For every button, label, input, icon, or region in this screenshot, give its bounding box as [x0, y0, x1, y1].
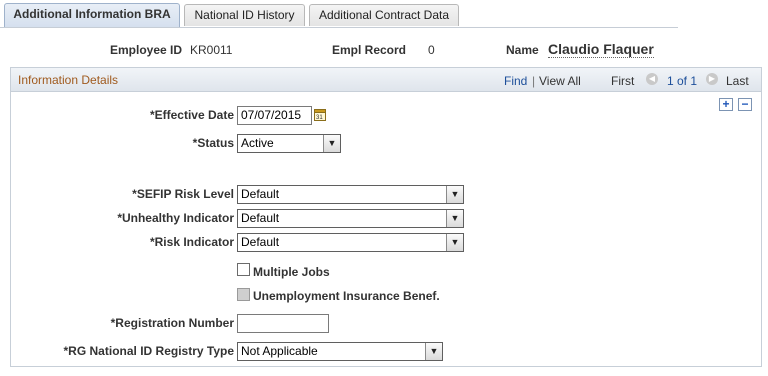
rg-registry-type-select[interactable]: Not Applicable ▼ — [237, 342, 443, 361]
tab-additional-information-bra[interactable]: Additional Information BRA — [4, 3, 180, 28]
sefip-risk-level-value: Default — [241, 187, 280, 201]
rg-registry-type-value: Not Applicable — [241, 344, 318, 358]
employee-id-label: Employee ID — [110, 43, 183, 57]
chevron-down-icon: ▼ — [446, 186, 463, 203]
status-select[interactable]: Active ▼ — [237, 134, 341, 153]
effective-date-field[interactable]: 07/07/2015 — [237, 106, 312, 125]
employee-id-value: KR0011 — [190, 43, 233, 57]
svg-text:31: 31 — [316, 115, 323, 121]
calendar-icon[interactable]: 31 — [314, 108, 326, 121]
registration-number-field[interactable] — [237, 314, 329, 333]
tab-label: Additional Contract Data — [318, 8, 450, 22]
unhealthy-indicator-label: *Unhealthy Indicator — [117, 211, 234, 225]
chevron-down-icon: ▼ — [446, 210, 463, 227]
rg-registry-type-label: *RG National ID Registry Type — [63, 344, 234, 358]
find-link[interactable]: Find — [504, 74, 527, 88]
chevron-down-icon: ▼ — [446, 234, 463, 251]
unemployment-insurance-label: Unemployment Insurance Benef. — [253, 289, 440, 303]
unemployment-insurance-checkbox — [237, 288, 250, 301]
tab-label: Additional Information BRA — [13, 7, 171, 21]
status-label: *Status — [192, 136, 234, 150]
registration-number-label: *Registration Number — [110, 316, 234, 330]
multiple-jobs-checkbox[interactable] — [237, 263, 250, 276]
last-label: Last — [726, 74, 749, 88]
previous-icon: ◀ — [646, 73, 658, 85]
empl-record-value: 0 — [428, 43, 435, 57]
next-icon: ▶ — [706, 73, 718, 85]
chevron-down-icon: ▼ — [425, 343, 442, 360]
risk-indicator-label: *Risk Indicator — [149, 235, 234, 249]
risk-indicator-value: Default — [241, 235, 280, 249]
name-label: Name — [506, 43, 539, 57]
plus-icon[interactable]: + — [719, 98, 733, 111]
nav-separator: | — [532, 74, 536, 88]
tab-additional-contract-data[interactable]: Additional Contract Data — [309, 4, 459, 26]
risk-indicator-select[interactable]: Default ▼ — [237, 233, 464, 252]
tab-label: National ID History — [194, 8, 295, 22]
tab-bar: Additional Information BRA National ID H… — [0, 0, 768, 28]
effective-date-label: *Effective Date — [149, 108, 234, 122]
first-label: First — [611, 74, 635, 88]
minus-icon[interactable]: − — [738, 98, 752, 111]
multiple-jobs-label: Multiple Jobs — [253, 265, 330, 279]
unhealthy-indicator-select[interactable]: Default ▼ — [237, 209, 464, 228]
sefip-risk-level-select[interactable]: Default ▼ — [237, 185, 464, 204]
page-info: 1 of 1 — [667, 74, 698, 88]
unhealthy-indicator-value: Default — [241, 211, 280, 225]
empl-record-label: Empl Record — [332, 43, 407, 57]
employee-name: Claudio Flaquer — [548, 41, 654, 58]
chevron-down-icon: ▼ — [323, 135, 340, 152]
tab-divider — [0, 27, 678, 28]
view-all-link[interactable]: View All — [539, 74, 581, 88]
status-value: Active — [241, 136, 274, 150]
sefip-risk-level-label: *SEFIP Risk Level — [132, 187, 234, 201]
grid-title: Information Details — [18, 73, 119, 87]
tab-national-id-history[interactable]: National ID History — [184, 4, 305, 26]
